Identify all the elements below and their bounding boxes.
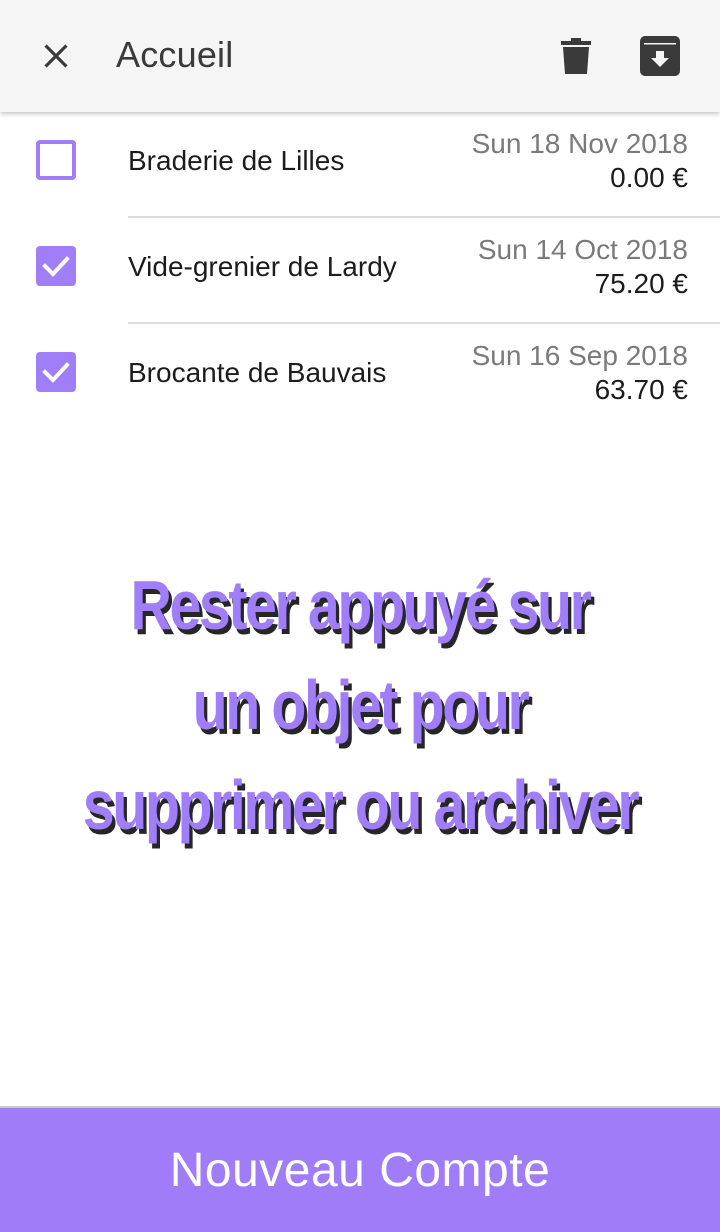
item-name: Braderie de Lilles xyxy=(128,145,345,176)
hint-line: Rester appuyé sur xyxy=(130,566,591,644)
top-app-bar: Accueil xyxy=(0,0,720,112)
item-amount: 63.70 € xyxy=(594,374,688,405)
item-date: Sun 16 Sep 2018 xyxy=(471,340,688,371)
list-item[interactable]: Brocante de Bauvais Sun 16 Sep 2018 63.7… xyxy=(0,324,720,430)
archive-icon xyxy=(640,36,680,76)
item-date: Sun 18 Nov 2018 xyxy=(471,128,688,159)
item-checkbox[interactable] xyxy=(36,352,76,392)
item-amount: 75.20 € xyxy=(594,268,688,299)
list-item[interactable]: Vide-grenier de Lardy Sun 14 Oct 2018 75… xyxy=(0,218,720,324)
app-screen: Accueil Braderie de Lilles Sun 18 Nov 20… xyxy=(0,0,720,1232)
item-checkbox[interactable] xyxy=(36,140,76,180)
archive-button[interactable] xyxy=(632,28,688,84)
close-button[interactable] xyxy=(28,28,84,84)
account-list: Braderie de Lilles Sun 18 Nov 2018 0.00 … xyxy=(0,112,720,430)
item-checkbox[interactable] xyxy=(36,246,76,286)
hint-line: un objet pour xyxy=(192,666,530,744)
delete-button[interactable] xyxy=(548,28,604,84)
item-date: Sun 14 Oct 2018 xyxy=(477,234,688,265)
check-icon xyxy=(42,256,70,277)
page-title: Accueil xyxy=(116,34,234,75)
item-amount: 0.00 € xyxy=(610,162,688,193)
list-item[interactable]: Braderie de Lilles Sun 18 Nov 2018 0.00 … xyxy=(0,112,720,218)
close-icon xyxy=(44,44,68,68)
check-icon xyxy=(42,362,70,383)
new-account-button[interactable]: Nouveau Compte xyxy=(0,1106,720,1232)
trash-icon xyxy=(561,38,591,74)
item-name: Brocante de Bauvais xyxy=(128,357,387,388)
hint-text: Rester appuyé sur un objet pour supprime… xyxy=(65,555,655,855)
item-name: Vide-grenier de Lardy xyxy=(128,251,397,282)
hint-line: supprimer ou archiver xyxy=(82,766,640,844)
